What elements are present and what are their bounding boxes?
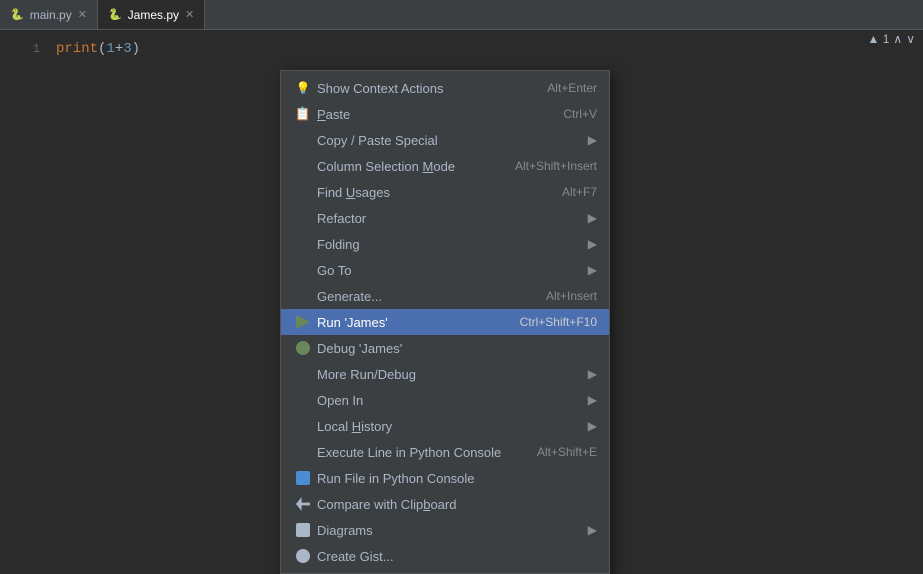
menu-label-folding: Folding: [317, 237, 584, 252]
menu-item-find-usages[interactable]: Find Usages Alt+F7: [281, 179, 609, 205]
arrow-icon-copy-paste: ▶: [588, 133, 597, 147]
arrow-icon-open-in: ▶: [588, 393, 597, 407]
nav-arrows-down[interactable]: ∨: [906, 32, 915, 46]
tab-close-main[interactable]: ✕: [78, 8, 87, 21]
paste-icon: 📋: [293, 106, 313, 122]
arrow-icon-go-to: ▶: [588, 263, 597, 277]
menu-item-refactor[interactable]: Refactor ▶: [281, 205, 609, 231]
menu-item-go-to[interactable]: Go To ▶: [281, 257, 609, 283]
menu-shortcut-execute-line: Alt+Shift+E: [537, 445, 597, 459]
line-number: 1: [10, 42, 40, 56]
tab-icon-james: 🐍: [108, 8, 122, 21]
menu-item-paste[interactable]: 📋 Paste Ctrl+V: [281, 101, 609, 127]
menu-item-column-selection[interactable]: Column Selection Mode Alt+Shift+Insert: [281, 153, 609, 179]
menu-item-run-james[interactable]: Run 'James' Ctrl+Shift+F10: [281, 309, 609, 335]
menu-label-compare-clipboard: Compare with Clipboard: [317, 497, 597, 512]
menu-item-show-context-actions[interactable]: 💡 Show Context Actions Alt+Enter: [281, 75, 609, 101]
menu-item-execute-line[interactable]: Execute Line in Python Console Alt+Shift…: [281, 439, 609, 465]
menu-shortcut-paste: Ctrl+V: [563, 107, 597, 121]
compare-icon: [293, 497, 313, 511]
bulb-icon: 💡: [293, 81, 313, 95]
menu-label-local-history: Local History: [317, 419, 584, 434]
nav-arrows[interactable]: ∧: [893, 32, 902, 46]
arrow-icon-more-run-debug: ▶: [588, 367, 597, 381]
menu-item-compare-clipboard[interactable]: Compare with Clipboard: [281, 491, 609, 517]
menu-item-generate[interactable]: Generate... Alt+Insert: [281, 283, 609, 309]
menu-label-generate: Generate...: [317, 289, 546, 304]
tab-icon-main: 🐍: [10, 8, 24, 21]
menu-label-diagrams: Diagrams: [317, 523, 584, 538]
menu-label-copy-paste-special: Copy / Paste Special: [317, 133, 584, 148]
tab-label-main: main.py: [30, 8, 72, 22]
menu-label-refactor: Refactor: [317, 211, 584, 226]
python-icon: [293, 471, 313, 485]
arrow-icon-local-history: ▶: [588, 419, 597, 433]
menu-label-find-usages: Find Usages: [317, 185, 562, 200]
editor-line-1: 1 print(1+3): [0, 38, 923, 60]
tab-label-james: James.py: [128, 8, 179, 22]
menu-item-debug-james[interactable]: Debug 'James': [281, 335, 609, 361]
menu-shortcut-show-context-actions: Alt+Enter: [547, 81, 597, 95]
menu-label-execute-line: Execute Line in Python Console: [317, 445, 537, 460]
menu-shortcut-generate: Alt+Insert: [546, 289, 597, 303]
menu-shortcut-find-usages: Alt+F7: [562, 185, 597, 199]
run-icon: [293, 315, 313, 329]
tab-bar: 🐍 main.py ✕ 🐍 James.py ✕: [0, 0, 923, 30]
menu-item-run-file-python[interactable]: Run File in Python Console: [281, 465, 609, 491]
arrow-icon-folding: ▶: [588, 237, 597, 251]
menu-item-folding[interactable]: Folding ▶: [281, 231, 609, 257]
menu-shortcut-run-james: Ctrl+Shift+F10: [520, 315, 597, 329]
tab-james-py[interactable]: 🐍 James.py ✕: [98, 0, 205, 29]
menu-label-open-in: Open In: [317, 393, 584, 408]
menu-label-column-selection: Column Selection Mode: [317, 159, 515, 174]
arrow-icon-diagrams: ▶: [588, 523, 597, 537]
github-icon: [293, 549, 313, 563]
menu-label-create-gist: Create Gist...: [317, 549, 597, 564]
diagrams-icon: [293, 523, 313, 537]
menu-item-more-run-debug[interactable]: More Run/Debug ▶: [281, 361, 609, 387]
menu-item-diagrams[interactable]: Diagrams ▶: [281, 517, 609, 543]
menu-item-open-in[interactable]: Open In ▶: [281, 387, 609, 413]
menu-item-create-gist[interactable]: Create Gist...: [281, 543, 609, 569]
menu-label-run-file-python: Run File in Python Console: [317, 471, 597, 486]
tab-main-py[interactable]: 🐍 main.py ✕: [0, 0, 98, 29]
top-right-info: ▲ 1 ∧ ∨: [868, 32, 915, 46]
menu-label-more-run-debug: More Run/Debug: [317, 367, 584, 382]
warning-indicator: ▲ 1: [868, 32, 890, 46]
arrow-icon-refactor: ▶: [588, 211, 597, 225]
menu-label-run-james: Run 'James': [317, 315, 520, 330]
menu-item-copy-paste-special[interactable]: Copy / Paste Special ▶: [281, 127, 609, 153]
code-print: print(1+3): [56, 41, 140, 57]
debug-icon: [293, 341, 313, 355]
menu-label-show-context-actions: Show Context Actions: [317, 81, 547, 96]
menu-label-debug-james: Debug 'James': [317, 341, 597, 356]
editor-area: 1 print(1+3): [0, 30, 923, 68]
menu-label-paste: Paste: [317, 107, 563, 122]
tab-close-james[interactable]: ✕: [185, 8, 194, 21]
menu-shortcut-column-selection: Alt+Shift+Insert: [515, 159, 597, 173]
context-menu: 💡 Show Context Actions Alt+Enter 📋 Paste…: [280, 70, 610, 574]
menu-label-go-to: Go To: [317, 263, 584, 278]
menu-item-local-history[interactable]: Local History ▶: [281, 413, 609, 439]
